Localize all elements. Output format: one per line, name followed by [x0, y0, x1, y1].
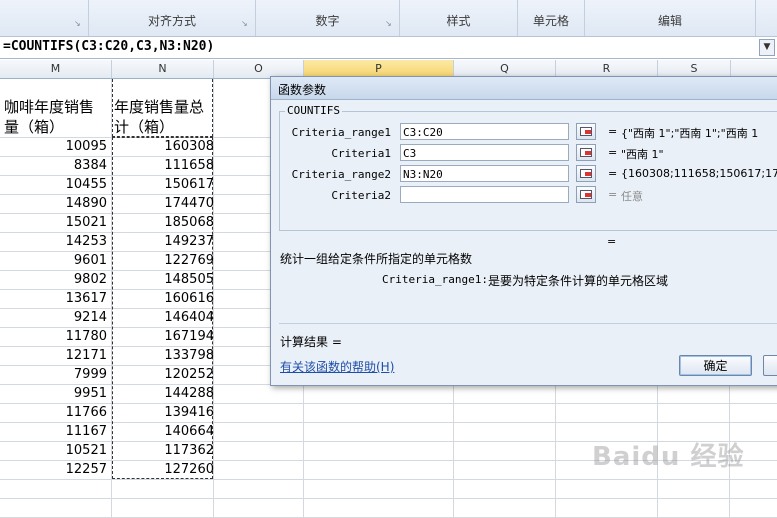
- grid-line: [0, 498, 777, 499]
- function-description: 统计一组给定条件所指定的单元格数: [280, 252, 473, 266]
- cell-m[interactable]: 11780: [3, 327, 107, 347]
- criteria1-input[interactable]: C3: [400, 144, 569, 161]
- column-header-n[interactable]: N: [112, 60, 214, 78]
- criteria-range2-input[interactable]: N3:N20: [400, 165, 569, 182]
- cell-n[interactable]: 122769: [110, 251, 214, 271]
- equals-sign: =: [608, 167, 618, 180]
- ribbon-group-number: 数字 ↘: [256, 0, 400, 36]
- dialog-launcher-icon[interactable]: ↘: [385, 20, 393, 28]
- cell-n[interactable]: 160616: [110, 289, 214, 309]
- ribbon-group-label: 对齐方式: [147, 14, 196, 28]
- arg-result: {160308;111658;150617;1744: [621, 167, 777, 180]
- ribbon-group-label: 编辑: [657, 14, 682, 28]
- collapse-dialog-icon[interactable]: [576, 165, 596, 182]
- cell-n[interactable]: 140664: [110, 422, 214, 442]
- header-line: 咖啡年度销售: [4, 98, 95, 116]
- cell-m[interactable]: 12257: [3, 460, 107, 480]
- dialog-title-bar[interactable]: 函数参数: [271, 77, 777, 100]
- header-line: 量（箱）: [4, 118, 65, 136]
- arg-label: Criteria2: [331, 189, 391, 202]
- header-cell-m[interactable]: 咖啡年度销售 量（箱）: [4, 97, 94, 137]
- cell-n[interactable]: 117362: [110, 441, 214, 461]
- cancel-button[interactable]: [763, 355, 777, 376]
- ribbon-group-styles: 样式: [400, 0, 518, 36]
- cell-n[interactable]: 167194: [110, 327, 214, 347]
- cell-n[interactable]: 160308: [110, 137, 214, 157]
- cell-n[interactable]: 148505: [110, 270, 214, 290]
- cell-n[interactable]: 133798: [110, 346, 214, 366]
- cell-m[interactable]: 10521: [3, 441, 107, 461]
- arg-help-text: 是要为特定条件计算的单元格区域: [488, 274, 669, 288]
- cell-n[interactable]: 146404: [110, 308, 214, 328]
- function-arguments-dialog: 函数参数 COUNTIFS Criteria_range1 C3:C20 = {…: [270, 76, 777, 386]
- arg-label: Criteria_range1: [291, 126, 391, 139]
- equals-sign: =: [608, 125, 618, 138]
- cell-n[interactable]: 150617: [110, 175, 214, 195]
- equals-sign: =: [608, 188, 618, 201]
- cell-n[interactable]: 127260: [110, 460, 214, 480]
- cell-n[interactable]: 111658: [110, 156, 214, 176]
- formula-bar[interactable]: =COUNTIFS(C3:C20,C3,N3:N20) ▼: [0, 37, 777, 59]
- calc-result-label: 计算结果 =: [280, 335, 342, 349]
- collapse-dialog-icon[interactable]: [576, 123, 596, 140]
- cell-m[interactable]: 9601: [3, 251, 107, 271]
- cell-m[interactable]: 9951: [3, 384, 107, 404]
- ribbon-group-editing: 编辑: [585, 0, 756, 36]
- function-help-link[interactable]: 有关该函数的帮助(H): [280, 358, 394, 375]
- divider: [279, 323, 777, 324]
- arg-result: "西南 1": [621, 148, 664, 161]
- arg-result: 任意: [621, 190, 643, 203]
- baidu-watermark: Baidu 经验: [592, 442, 745, 472]
- cell-m[interactable]: 10455: [3, 175, 107, 195]
- arg-label: Criteria_range2: [291, 168, 391, 181]
- ribbon-group-label: 样式: [446, 14, 471, 28]
- cell-m[interactable]: 9214: [3, 308, 107, 328]
- cell-n[interactable]: 174470: [110, 194, 214, 214]
- ok-button[interactable]: 确定: [679, 355, 752, 376]
- dialog-title: 函数参数: [278, 83, 327, 97]
- ribbon-group-font: ↘: [0, 0, 89, 36]
- dialog-launcher-icon[interactable]: ↘: [241, 20, 249, 28]
- arg-label: Criteria1: [331, 147, 391, 160]
- cell-n[interactable]: 144288: [110, 384, 214, 404]
- formula-text[interactable]: =COUNTIFS(C3:C20,C3,N3:N20): [3, 39, 214, 54]
- ribbon: ↘ 对齐方式 ↘ 数字 ↘ 样式 单元格 编辑: [0, 0, 777, 37]
- cell-m[interactable]: 11167: [3, 422, 107, 442]
- ribbon-group-label: 单元格: [532, 14, 569, 28]
- cell-n[interactable]: 185068: [110, 213, 214, 233]
- ribbon-group-alignment: 对齐方式 ↘: [89, 0, 256, 36]
- cell-m[interactable]: 13617: [3, 289, 107, 309]
- cell-m[interactable]: 15021: [3, 213, 107, 233]
- equals-sign: =: [608, 146, 618, 159]
- ribbon-group-label: 数字: [315, 14, 340, 28]
- copy-marquee-top: [112, 79, 213, 137]
- collapse-dialog-icon[interactable]: [576, 144, 596, 161]
- arg-help-name: Criteria_range1:: [382, 273, 488, 286]
- cell-n[interactable]: 120252: [110, 365, 214, 385]
- cell-n[interactable]: 139416: [110, 403, 214, 423]
- expand-formula-bar-icon[interactable]: ▼: [759, 39, 775, 56]
- collapse-dialog-icon[interactable]: [576, 186, 596, 203]
- arg-result: {"西南 1";"西南 1";"西南 1: [621, 127, 759, 140]
- cell-m[interactable]: 14253: [3, 232, 107, 252]
- cell-n[interactable]: 149237: [110, 232, 214, 252]
- formula-result-equals: =: [607, 235, 617, 248]
- cell-m[interactable]: 8384: [3, 156, 107, 176]
- cell-m[interactable]: 10095: [3, 137, 107, 157]
- cell-m[interactable]: 12171: [3, 346, 107, 366]
- function-name: COUNTIFS: [285, 104, 342, 117]
- cell-m[interactable]: 11766: [3, 403, 107, 423]
- criteria2-input[interactable]: [400, 186, 569, 203]
- dialog-launcher-icon[interactable]: ↘: [74, 20, 82, 28]
- criteria-range1-input[interactable]: C3:C20: [400, 123, 569, 140]
- cell-m[interactable]: 7999: [3, 365, 107, 385]
- cell-m[interactable]: 9802: [3, 270, 107, 290]
- cell-m[interactable]: 14890: [3, 194, 107, 214]
- column-header-m[interactable]: M: [0, 60, 112, 78]
- ribbon-group-cells: 单元格: [518, 0, 585, 36]
